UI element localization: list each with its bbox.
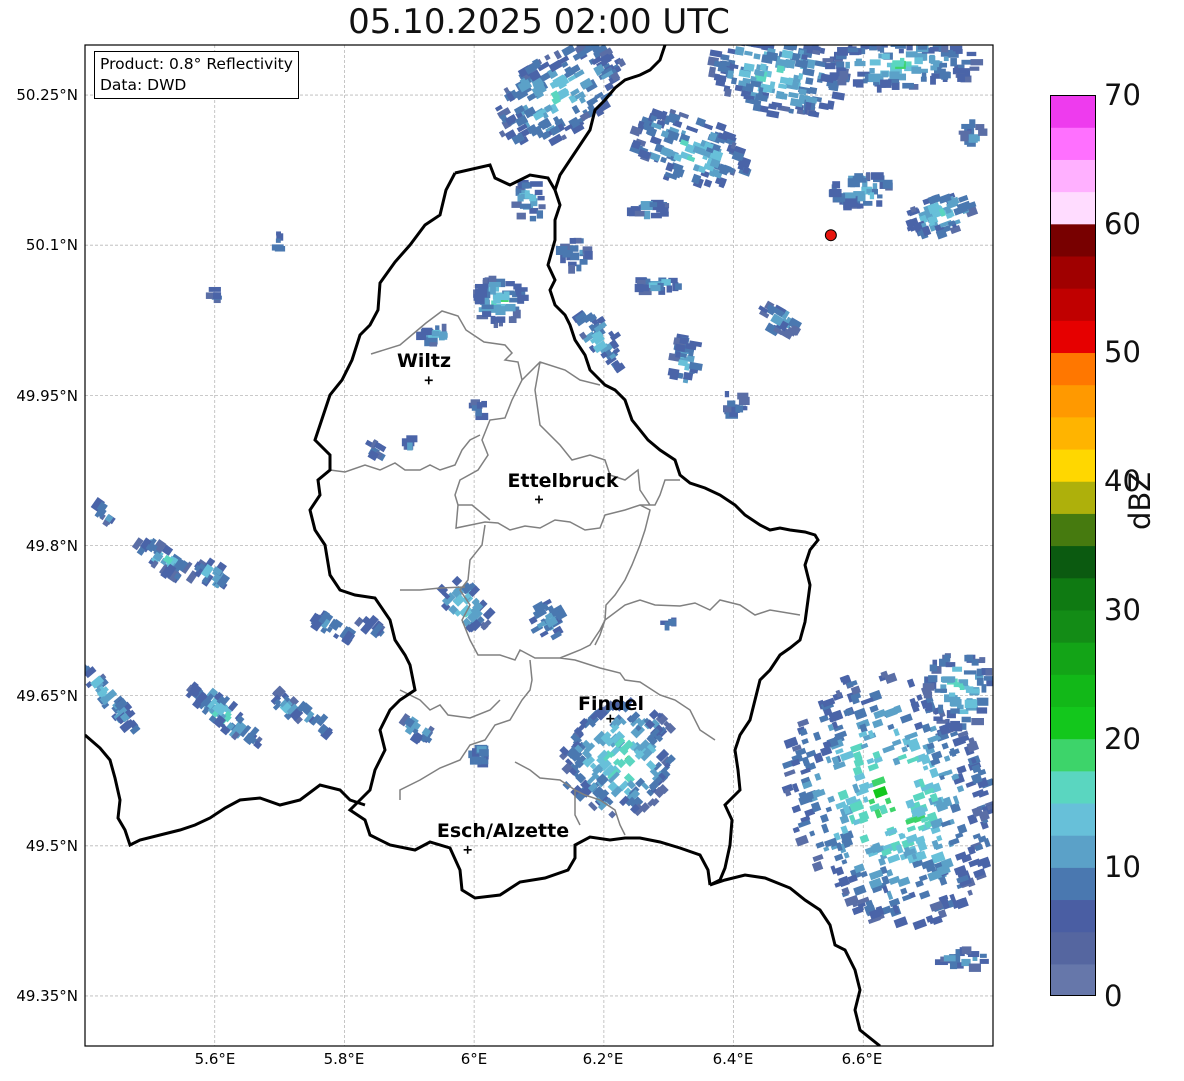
echo-cell (571, 309, 626, 374)
colorbar-segment (1050, 899, 1096, 933)
echo-cell (758, 300, 803, 340)
colorbar-segment (1050, 609, 1096, 643)
colorbar-segment (1050, 802, 1096, 836)
city-marker (424, 376, 433, 385)
colorbar-segment (1050, 481, 1096, 514)
colorbar-segment (1050, 545, 1096, 579)
lat-label: 49.8°N (25, 537, 78, 555)
lat-label: 49.35°N (16, 987, 78, 1005)
echo-cell (398, 713, 435, 745)
product-text: Product: 0.8° Reflectivity (100, 55, 293, 73)
lon-label: 6°E (460, 1050, 488, 1068)
colorbar-segment (1050, 320, 1096, 354)
colorbar-tick: 0 (1104, 979, 1123, 1013)
echo-cell (629, 108, 752, 189)
colorbar-segment (1050, 738, 1096, 772)
luxembourg-border (308, 163, 820, 900)
city-marker (535, 495, 543, 504)
echo-cell (194, 557, 231, 590)
colorbar-segment (1050, 513, 1096, 547)
echo-cell (660, 617, 677, 631)
echo-cell (468, 744, 489, 768)
city-marker (463, 845, 472, 854)
echo-cell (626, 199, 670, 220)
lat-label: 49.65°N (16, 687, 78, 705)
colorbar-tick: 20 (1104, 722, 1141, 756)
echo-cell (271, 231, 286, 252)
echo-cell (185, 681, 263, 750)
echo-cell (934, 946, 989, 972)
colorbar-tick: 70 (1104, 78, 1141, 112)
city-label-wiltz: Wiltz (396, 350, 452, 372)
echo-cell (822, 45, 984, 93)
colorbar-tick: 60 (1104, 207, 1141, 241)
country-border-southwest (85, 733, 366, 848)
lon-label: 5.8°E (323, 1050, 365, 1068)
echo-cell (781, 670, 993, 931)
city-label-findel: Findel (577, 693, 645, 715)
colorbar-segment (1050, 706, 1096, 740)
lat-label: 50.25°N (16, 86, 78, 104)
echo-cell (354, 614, 386, 639)
colorbar-segment (1050, 288, 1096, 321)
colorbar-segment (1050, 159, 1096, 193)
echo-cell (309, 610, 357, 646)
colorbar-tick: 10 (1104, 850, 1141, 884)
colorbar-segment (1050, 963, 1096, 996)
colorbar-segment (1050, 674, 1096, 707)
lon-label: 6.4°E (712, 1050, 754, 1068)
lat-label: 49.95°N (16, 387, 78, 405)
colorbar-segment (1050, 95, 1096, 128)
colorbar-segment (1050, 223, 1096, 257)
colorbar-segment (1050, 931, 1096, 965)
colorbar-segment (1050, 770, 1096, 804)
source-text: Data: DWD (100, 76, 187, 94)
echo-cell (828, 172, 893, 211)
echo-cell (365, 439, 387, 462)
echo-cell (634, 277, 682, 296)
lon-label: 6.6°E (841, 1050, 883, 1068)
lon-label: 6.2°E (582, 1050, 624, 1068)
colorbar-segment (1050, 384, 1096, 418)
colorbar-segment (1050, 255, 1096, 289)
echo-cell (511, 179, 546, 222)
echo-cell (922, 653, 993, 732)
colorbar-segment (1050, 577, 1096, 611)
echo-cell (205, 286, 222, 304)
echo-cell (958, 119, 988, 147)
radar-map (84, 44, 994, 1047)
colorbar-segment (1050, 416, 1096, 450)
echo-cell (555, 237, 593, 274)
lat-label: 49.5°N (25, 837, 78, 855)
colorbar-segment (1050, 448, 1096, 482)
lon-label: 5.6°E (194, 1050, 236, 1068)
echo-cell (468, 399, 489, 421)
colorbar-segment (1050, 127, 1096, 160)
echo-cell (90, 497, 116, 527)
echo-cell (401, 435, 418, 451)
echo-cell (473, 275, 529, 329)
colorbar (1050, 95, 1096, 996)
lat-label: 50.1°N (25, 236, 78, 254)
colorbar-label: dBZ (1123, 471, 1157, 530)
radar-site-marker (824, 229, 837, 242)
city-label-esch-alzette: Esch/Alzette (436, 820, 570, 842)
colorbar-segment (1050, 835, 1096, 868)
echo-cell (667, 333, 703, 384)
echo-cell (494, 45, 627, 147)
colorbar-segment (1050, 642, 1096, 675)
colorbar-tick: 30 (1104, 593, 1141, 627)
colorbar-segment (1050, 867, 1096, 901)
info-box: Product: 0.8° Reflectivity Data: DWD (94, 51, 299, 99)
colorbar-segment (1050, 352, 1096, 386)
echo-cell (905, 192, 979, 240)
echo-cell (131, 537, 199, 584)
echo-cell (528, 598, 568, 641)
colorbar-segment (1050, 191, 1096, 225)
city-label-ettelbruck: Ettelbruck (507, 470, 619, 492)
colorbar-tick: 50 (1104, 335, 1141, 369)
